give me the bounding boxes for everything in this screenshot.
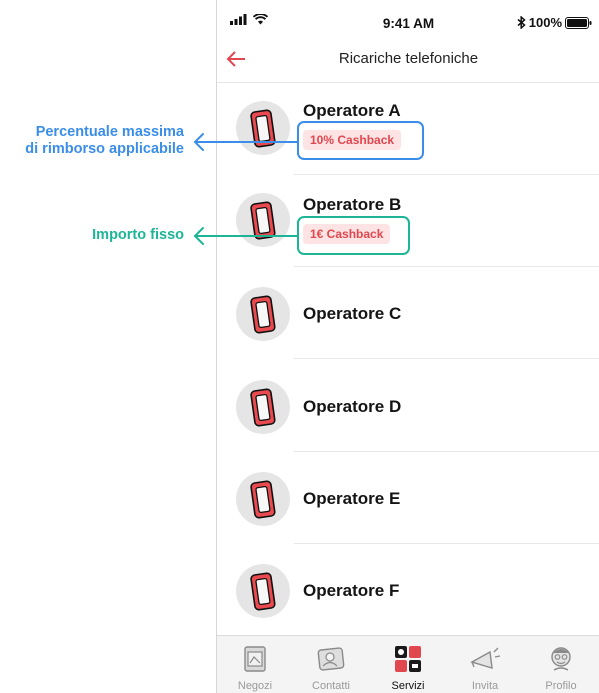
tab-label: Profilo [545,680,577,692]
operator-name: Operatore C [303,304,402,323]
store-icon [244,646,266,672]
operator-name: Operatore B [303,195,402,214]
battery-icon [565,16,592,29]
operator-avatar [236,564,290,618]
phone-icon [250,295,276,334]
operator-row-f[interactable]: Operatore F [217,544,599,636]
tab-bar: Negozi Contatti Servizi Invita Profilo [217,635,599,693]
callout-percent-text: Percentuale massima di rimborso applicab… [25,124,184,157]
operator-avatar [236,287,290,341]
operator-row-c[interactable]: Operatore C [217,267,599,359]
highlight-fixed-box [297,216,410,255]
phone-icon [250,201,276,240]
operator-name: Operatore D [303,397,402,416]
operator-name: Operatore F [303,581,400,600]
nav-bar: Ricariche telefoniche [217,40,599,83]
operator-avatar [236,101,290,155]
profile-icon [551,647,571,671]
status-bar: 9:41 AM 100% [217,0,599,40]
tab-profilo[interactable]: Profilo [523,636,599,693]
operator-row-e[interactable]: Operatore E [217,452,599,544]
tab-label: Invita [471,680,499,692]
operator-name: Operatore A [303,101,401,120]
operator-avatar [236,472,290,526]
phone-icon [250,109,276,148]
operator-row-d[interactable]: Operatore D [217,360,599,452]
tab-label: Negozi [237,680,273,692]
phone-icon [250,572,276,611]
tab-negozi[interactable]: Negozi [217,636,293,693]
services-icon [395,646,421,672]
page-title: Ricariche telefoniche [338,50,479,67]
highlight-percent-box [297,121,424,160]
battery-percent: 100% [528,15,562,30]
tab-invita[interactable]: Invita [447,636,523,693]
operator-avatar [236,193,290,247]
callout-fixed-text: Importo fisso [92,227,184,243]
contacts-icon [317,647,345,671]
phone-screen: 9:41 AM 100% Ricariche telefoniche Opera… [216,0,599,693]
phone-icon [250,388,276,427]
tab-label: Contatti [312,680,350,692]
tab-servizi[interactable]: Servizi [370,636,446,693]
phone-icon [250,480,276,519]
operator-avatar [236,380,290,434]
megaphone-icon [470,647,501,669]
tab-contatti[interactable]: Contatti [293,636,369,693]
bluetooth-icon [517,16,526,29]
operator-name: Operatore E [303,489,401,508]
tab-label: Servizi [391,680,425,692]
